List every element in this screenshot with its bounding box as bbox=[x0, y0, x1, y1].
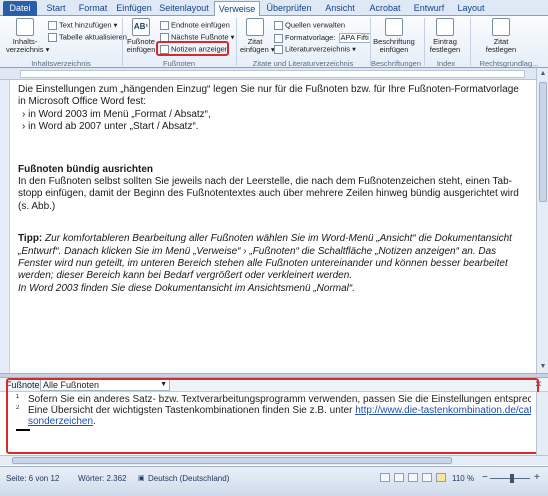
paragraph: Die Einstellungen zum „hängenden Einzug“… bbox=[18, 84, 519, 95]
citation-icon bbox=[246, 18, 264, 36]
separator bbox=[424, 18, 425, 66]
ribbon: Inhalts- verzeichnis ▾ Text hinzufügen ▾… bbox=[0, 16, 548, 68]
page-indicator[interactable]: Seite: 6 von 12 bbox=[6, 474, 59, 483]
print-layout-view-icon[interactable] bbox=[380, 473, 390, 482]
toc-button[interactable]: Inhalts- verzeichnis ▾ bbox=[6, 18, 49, 54]
group-label-footnotes: Fußnoten bbox=[162, 59, 196, 68]
group-label-toc: Inhaltsverzeichnis bbox=[31, 59, 91, 68]
tab-layout[interactable]: Layout bbox=[452, 1, 490, 16]
word-count[interactable]: Wörter: 2.362 bbox=[78, 474, 126, 483]
paragraph: Fenster wird nun geteilt, im unteren Ber… bbox=[18, 258, 508, 270]
update-table-button[interactable]: Tabelle aktualisieren bbox=[48, 33, 127, 42]
zoom-slider-knob[interactable] bbox=[510, 474, 514, 483]
mark-entry-button[interactable]: Eintrag festlegen bbox=[428, 18, 462, 54]
insert-citation-button[interactable]: Zitat einfügen ▾ bbox=[240, 18, 275, 54]
separator bbox=[236, 18, 237, 66]
ruler-track bbox=[20, 70, 525, 78]
section-heading: Fußnoten bündig ausrichten bbox=[18, 163, 153, 175]
paragraph: In den Fußnoten selbst sollten Sie jewei… bbox=[18, 176, 512, 188]
endnote-icon bbox=[160, 21, 169, 30]
list-item: › in Word 2003 im Menü „Format / Absatz“… bbox=[22, 108, 211, 120]
mark-citation-icon bbox=[492, 18, 510, 36]
outline-view-icon[interactable] bbox=[422, 473, 432, 482]
paragraph: werden; dieser Bereich kann bei Bedarf v… bbox=[18, 270, 353, 282]
group-label-captions: Beschriftungen bbox=[370, 59, 422, 68]
ribbon-tabs: Datei Start Format Einfügen Seitenlayout… bbox=[0, 0, 548, 17]
show-notes-highlight bbox=[156, 41, 229, 56]
tip-label: Tipp: bbox=[18, 233, 43, 245]
paragraph: In Word 2003 finden Sie diese Dokumentan… bbox=[18, 282, 356, 294]
horizontal-scrollbar[interactable] bbox=[0, 455, 548, 465]
tab-ueberpruefen[interactable]: Überprüfen bbox=[262, 1, 316, 16]
tab-verweise[interactable]: Verweise bbox=[214, 1, 260, 17]
tab-start[interactable]: Start bbox=[40, 1, 72, 16]
update-table-icon bbox=[48, 33, 57, 42]
zoom-in-icon[interactable]: + bbox=[534, 472, 540, 483]
group-label-citations: Zitate und Literaturverzeichnis bbox=[252, 59, 354, 68]
footnote-icon: AB¹ bbox=[132, 18, 150, 36]
zoom-level[interactable]: 110 % bbox=[452, 474, 474, 483]
style-icon bbox=[274, 33, 283, 43]
paragraph: „Entwurf“. Danach klicken Sie im Menü „V… bbox=[18, 245, 497, 257]
bibliography-icon bbox=[274, 45, 283, 54]
separator bbox=[470, 18, 471, 66]
tab-ansicht[interactable]: Ansicht bbox=[318, 1, 362, 16]
add-text-icon bbox=[48, 21, 57, 30]
insert-caption-button[interactable]: Beschriftung einfügen bbox=[372, 18, 416, 54]
style-dropdown[interactable]: APA Fifti bbox=[338, 33, 371, 43]
insert-endnote-button[interactable]: Endnote einfügen bbox=[160, 21, 230, 30]
vertical-ruler bbox=[0, 80, 10, 373]
group-label-index: Index bbox=[436, 59, 456, 68]
tab-einfuegen[interactable]: Einfügen bbox=[112, 1, 156, 16]
manage-sources-button[interactable]: Quellen verwalten bbox=[274, 21, 345, 30]
zoom-out-icon[interactable]: − bbox=[482, 472, 488, 483]
document-body[interactable]: Die Einstellungen zum „hängenden Einzug“… bbox=[18, 84, 538, 295]
tab-acrobat[interactable]: Acrobat bbox=[364, 1, 406, 16]
horizontal-ruler[interactable] bbox=[0, 68, 548, 80]
toc-icon bbox=[16, 18, 34, 36]
bibliography-button[interactable]: Literaturverzeichnis ▾ bbox=[274, 45, 356, 54]
group-label-authorities: Rechtsgrundlag... bbox=[479, 59, 539, 68]
list-item: › in Word ab 2007 unter „Start / Absatz“… bbox=[22, 121, 199, 133]
mark-citation-button[interactable]: Zitat festlegen bbox=[484, 18, 518, 54]
paragraph: stopp einfügen, damit der Beginn des Fuß… bbox=[18, 188, 519, 200]
style-selector[interactable]: Formatvorlage: APA Fifti bbox=[274, 33, 371, 43]
paragraph: in Microsoft Office Word fest: bbox=[18, 96, 147, 108]
tab-entwurf[interactable]: Entwurf bbox=[408, 1, 450, 16]
scroll-up-icon[interactable]: ▲ bbox=[539, 70, 547, 78]
tab-seitenlayout[interactable]: Seitenlayout bbox=[156, 1, 212, 16]
paragraph: (s. Abb.) bbox=[18, 200, 56, 212]
tab-format[interactable]: Format bbox=[74, 1, 112, 16]
insert-footnote-button[interactable]: AB¹ Fußnote einfügen bbox=[126, 18, 156, 54]
manage-sources-icon bbox=[274, 21, 283, 30]
web-layout-view-icon[interactable] bbox=[408, 473, 418, 482]
add-text-button[interactable]: Text hinzufügen ▾ bbox=[48, 21, 117, 30]
scroll-down-icon[interactable]: ▼ bbox=[539, 363, 547, 371]
tip-paragraph: Tipp: Zur komfortableren Bearbeitung all… bbox=[18, 233, 538, 245]
mark-entry-icon bbox=[436, 18, 454, 36]
caption-icon bbox=[385, 18, 403, 36]
fullscreen-view-icon[interactable] bbox=[394, 473, 404, 482]
separator bbox=[122, 18, 123, 66]
scroll-thumb[interactable] bbox=[539, 82, 547, 202]
tab-datei[interactable]: Datei bbox=[3, 1, 37, 16]
proofing-icon[interactable]: ▣ bbox=[138, 474, 145, 482]
draft-view-icon[interactable] bbox=[436, 473, 446, 482]
footnote-pane-highlight bbox=[6, 378, 539, 454]
status-bar: Seite: 6 von 12 Wörter: 2.362 ▣ Deutsch … bbox=[0, 466, 548, 496]
tip-text: Zur komfortableren Bearbeitung aller Fuß… bbox=[42, 233, 512, 245]
hscroll-thumb[interactable] bbox=[12, 457, 452, 464]
footnote-pane-scrollbar[interactable] bbox=[536, 392, 548, 455]
language-indicator[interactable]: Deutsch (Deutschland) bbox=[148, 474, 229, 483]
